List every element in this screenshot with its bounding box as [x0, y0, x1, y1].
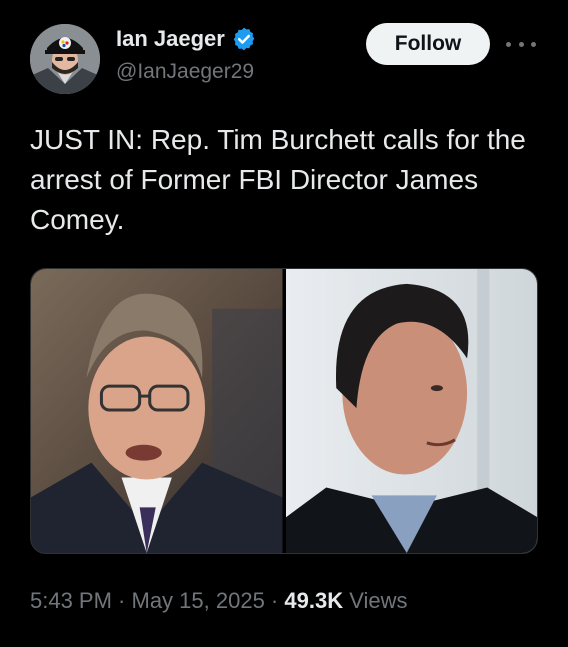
- display-name[interactable]: Ian Jaeger: [116, 26, 225, 52]
- author-handle[interactable]: @IanJaeger29: [116, 60, 254, 84]
- meta-separator: ·: [111, 588, 132, 613]
- dot: [531, 41, 536, 47]
- tweet-date[interactable]: May 15, 2025: [132, 588, 265, 613]
- left-photo[interactable]: [31, 269, 283, 553]
- follow-button[interactable]: Follow: [366, 23, 490, 65]
- tweet-meta: 5:43 PM · May 15, 2025 · 49.3K Views: [30, 588, 408, 614]
- verified-badge-icon: [233, 27, 255, 51]
- avatar[interactable]: [30, 24, 100, 94]
- meta-separator: ·: [264, 588, 285, 613]
- tweet-time[interactable]: 5:43 PM: [30, 588, 112, 613]
- more-options-icon[interactable]: [506, 32, 536, 56]
- views-count[interactable]: 49.3K: [284, 588, 343, 613]
- author-name-row: Ian Jaeger: [116, 26, 257, 52]
- views-label: Views: [343, 588, 408, 613]
- tweet-media[interactable]: [30, 268, 538, 554]
- tweet-text: JUST IN: Rep. Tim Burchett calls for the…: [30, 124, 526, 235]
- right-photo[interactable]: [285, 269, 538, 553]
- dot: [518, 41, 524, 47]
- dot: [506, 41, 511, 47]
- avatar-icon: [30, 24, 100, 94]
